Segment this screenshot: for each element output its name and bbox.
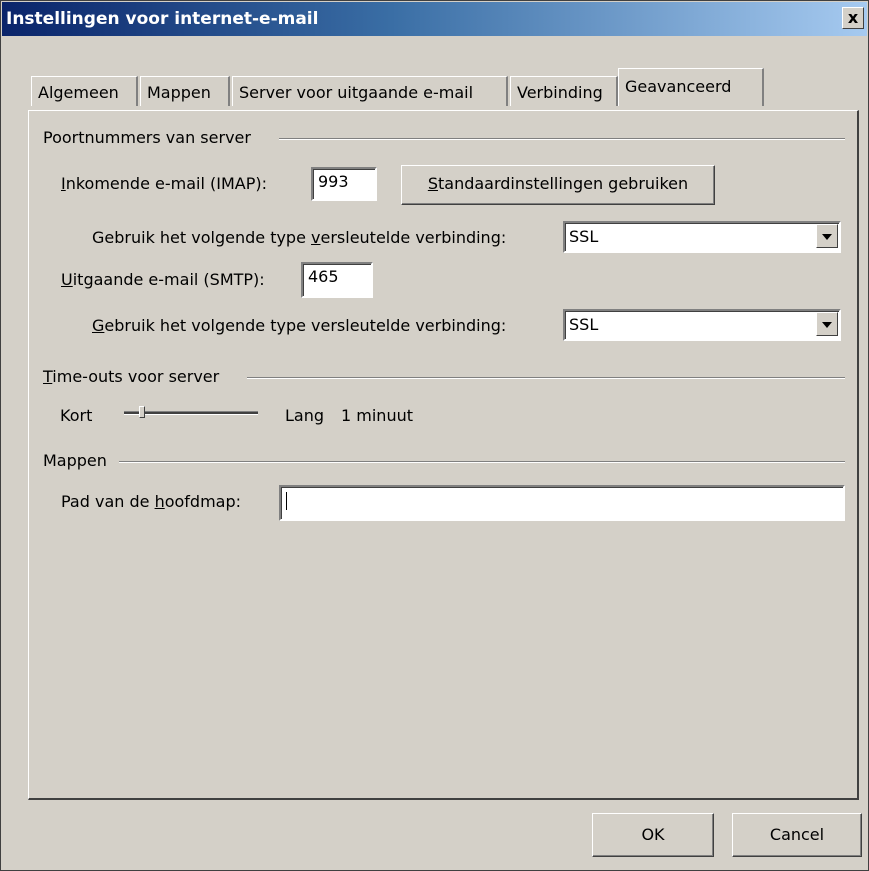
chevron-down-icon[interactable]: [816, 312, 838, 336]
incoming-port-label: Inkomende e-mail (IMAP):: [61, 174, 267, 193]
ports-group-label: Poortnummers van server: [43, 128, 251, 147]
tab-algemeen[interactable]: Algemeen: [31, 76, 138, 106]
tab-panel-geavanceerd: Poortnummers van server Inkomende e-mail…: [28, 110, 859, 800]
use-defaults-button[interactable]: Standaardinstellingen gebruiken: [401, 165, 715, 205]
timeout-long-label: Lang: [285, 406, 325, 425]
ok-button[interactable]: OK: [592, 813, 714, 857]
root-folder-input[interactable]: [279, 485, 845, 521]
timeout-value: 1 minuut: [341, 406, 413, 425]
tab-label: Algemeen: [38, 83, 119, 102]
tab-label: Server voor uitgaande e-mail: [239, 83, 474, 102]
tab-server-uitgaande[interactable]: Server voor uitgaande e-mail: [232, 76, 508, 106]
incoming-port-input[interactable]: 993: [311, 167, 377, 201]
text-cursor: [286, 491, 287, 510]
tab-label: Mappen: [147, 83, 211, 102]
timeouts-group-divider: [247, 377, 845, 379]
outgoing-encryption-label: Gebruik het volgende type versleutelde v…: [92, 316, 507, 335]
ports-group-divider: [279, 138, 845, 140]
settings-dialog: Instellingen voor internet-e-mail x Alge…: [0, 0, 869, 871]
outgoing-port-label: Uitgaande e-mail (SMTP):: [61, 270, 265, 289]
timeout-slider-thumb[interactable]: [139, 406, 146, 418]
timeouts-group-label: Time-outs voor server: [43, 367, 220, 386]
tab-label: Geavanceerd: [625, 77, 732, 96]
folders-group-divider: [119, 461, 845, 463]
tab-mappen[interactable]: Mappen: [140, 76, 230, 106]
outgoing-encryption-select[interactable]: SSL: [563, 309, 841, 341]
tab-geavanceerd[interactable]: Geavanceerd: [618, 68, 764, 106]
incoming-encryption-label: Gebruik het volgende type versleutelde v…: [92, 228, 507, 247]
timeout-short-label: Kort: [60, 406, 93, 425]
root-folder-label: Pad van de hoofdmap:: [61, 492, 242, 511]
close-button[interactable]: x: [842, 7, 864, 29]
title-bar[interactable]: Instellingen voor internet-e-mail x: [2, 2, 867, 36]
close-icon: x: [847, 8, 859, 27]
tab-label: Verbinding: [517, 83, 603, 102]
folders-group-label: Mappen: [43, 451, 107, 470]
outgoing-port-input[interactable]: 465: [301, 262, 373, 298]
incoming-encryption-select[interactable]: SSL: [563, 221, 841, 253]
chevron-down-icon[interactable]: [816, 224, 838, 248]
cancel-button[interactable]: Cancel: [732, 813, 862, 857]
dialog-title: Instellingen voor internet-e-mail: [6, 9, 319, 29]
tab-verbinding[interactable]: Verbinding: [510, 76, 618, 106]
